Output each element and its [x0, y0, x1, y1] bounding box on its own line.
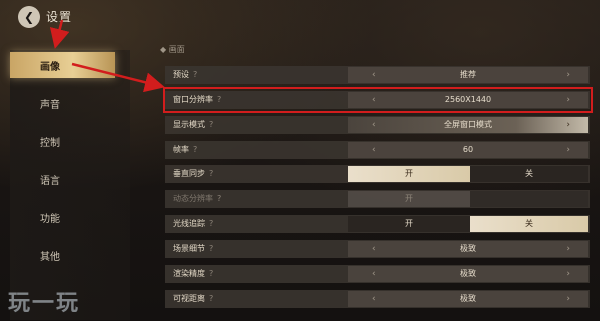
annotation-arrows	[49, 19, 165, 93]
watermark: 玩一玩	[8, 291, 81, 316]
annotation-arrow-to-resolution	[71, 62, 165, 93]
annotation-arrow-to-graphics	[49, 19, 70, 49]
